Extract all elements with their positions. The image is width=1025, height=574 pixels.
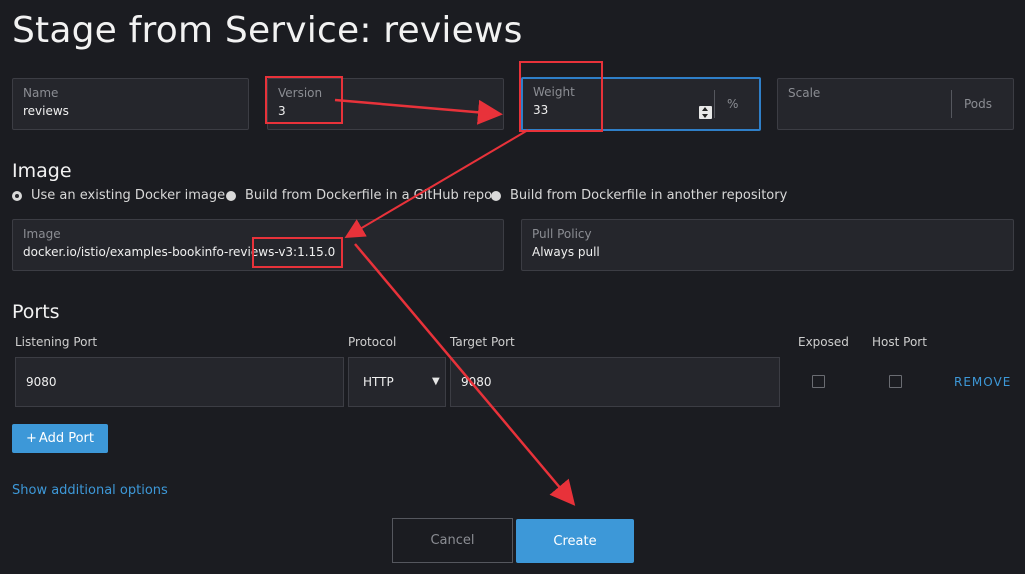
protocol-value: HTTP	[363, 375, 394, 389]
image-field[interactable]: Image docker.io/istio/examples-bookinfo-…	[12, 219, 504, 271]
scale-unit: Pods	[964, 97, 993, 111]
radio-label: Build from Dockerfile in a GitHub repo	[245, 188, 493, 203]
weight-unit: %	[727, 97, 739, 111]
weight-label: Weight	[533, 85, 575, 99]
radio-use-existing-image[interactable]: Use an existing Docker image	[12, 188, 225, 203]
listening-port-value: 9080	[26, 375, 57, 389]
col-exposed: Exposed	[798, 335, 849, 349]
radio-label: Build from Dockerfile in another reposit…	[510, 188, 788, 203]
add-port-button[interactable]: + Add Port	[12, 424, 108, 453]
version-field[interactable]: Version 3	[267, 78, 504, 130]
weight-value: 33	[533, 103, 549, 117]
target-port-input[interactable]: 9080	[450, 357, 780, 407]
radio-build-other-repo[interactable]: Build from Dockerfile in another reposit…	[491, 188, 787, 203]
scale-label: Scale	[788, 86, 821, 100]
pull-policy-value: Always pull	[532, 245, 600, 259]
version-value: 3	[278, 104, 286, 118]
listening-port-input[interactable]: 9080	[15, 357, 344, 407]
name-value: reviews	[23, 104, 69, 118]
image-value: docker.io/istio/examples-bookinfo-review…	[23, 245, 336, 259]
plus-icon: +	[26, 431, 37, 446]
create-button[interactable]: Create	[516, 519, 634, 563]
scale-field[interactable]: Scale Pods	[777, 78, 1014, 130]
add-port-label: Add Port	[38, 431, 94, 446]
protocol-select[interactable]: HTTP ▼	[348, 357, 446, 407]
col-target-port: Target Port	[450, 335, 515, 349]
image-section-title: Image	[12, 160, 72, 182]
name-field[interactable]: Name reviews	[12, 78, 249, 130]
pull-policy-field[interactable]: Pull Policy Always pull	[521, 219, 1014, 271]
target-port-value: 9080	[461, 375, 492, 389]
page-title: Stage from Service: reviews	[12, 10, 523, 51]
host-port-checkbox[interactable]	[889, 375, 902, 388]
col-listening-port: Listening Port	[15, 335, 98, 349]
ports-section-title: Ports	[12, 301, 60, 323]
number-spinner-icon[interactable]	[699, 106, 712, 119]
weight-suffix-divider	[714, 90, 715, 118]
exposed-checkbox[interactable]	[812, 375, 825, 388]
radio-selected-icon[interactable]	[12, 190, 22, 201]
pull-policy-label: Pull Policy	[532, 227, 592, 241]
radio-label: Use an existing Docker image	[31, 188, 226, 203]
version-label: Version	[278, 86, 323, 100]
cancel-button[interactable]: Cancel	[392, 518, 513, 563]
dropdown-arrow-icon: ▼	[432, 376, 440, 387]
col-host-port: Host Port	[872, 335, 927, 349]
col-protocol: Protocol	[348, 335, 397, 349]
radio-unselected-icon[interactable]	[226, 190, 236, 201]
scale-suffix-divider	[951, 90, 952, 118]
name-label: Name	[23, 86, 59, 100]
radio-build-github[interactable]: Build from Dockerfile in a GitHub repo	[226, 188, 492, 203]
radio-unselected-icon[interactable]	[491, 190, 501, 201]
image-label: Image	[23, 227, 61, 241]
remove-port-link[interactable]: REMOVE	[954, 375, 1011, 389]
show-additional-options-link[interactable]: Show additional options	[12, 483, 168, 498]
weight-field[interactable]: Weight 33 %	[521, 77, 761, 131]
